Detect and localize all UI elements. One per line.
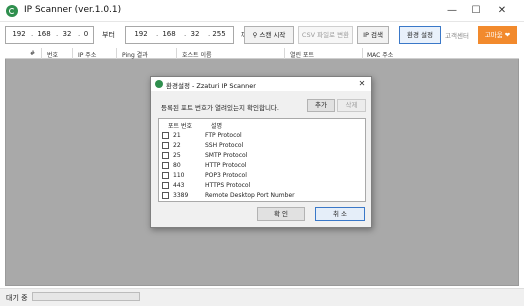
- column-divider: [72, 48, 73, 59]
- progress-bar: [32, 292, 140, 301]
- column-header-number[interactable]: 번호: [47, 50, 58, 59]
- port-description: SMTP Protocol: [205, 152, 248, 159]
- column-header-index[interactable]: #: [30, 50, 35, 57]
- port-list-header-description: 설명: [211, 123, 223, 130]
- port-number: 3389: [173, 192, 189, 199]
- column-divider: [41, 48, 42, 59]
- end-ip-octet-3[interactable]: 32: [184, 30, 206, 38]
- port-number: 80: [173, 162, 181, 169]
- maximize-button[interactable]: ☐: [466, 3, 486, 19]
- column-header-hostname[interactable]: 호스트 이름: [182, 50, 212, 59]
- port-number: 110: [173, 172, 185, 179]
- port-row[interactable]: 25 SMTP Protocol: [159, 151, 365, 161]
- settings-button[interactable]: 환경 설정: [399, 26, 441, 44]
- dialog-title: 환경설정 - Zzaturi IP Scanner: [166, 82, 256, 90]
- column-divider: [116, 48, 117, 59]
- scan-start-button[interactable]: ⚲ 스캔 시작: [244, 26, 294, 44]
- port-number: 21: [173, 132, 181, 139]
- port-row[interactable]: 443 HTTPS Protocol: [159, 181, 365, 191]
- port-description: Remote Desktop Port Number: [205, 192, 295, 199]
- support-center-link[interactable]: 고객센터: [445, 30, 469, 40]
- port-checkbox[interactable]: [162, 182, 169, 189]
- end-ip-octet-4[interactable]: 255: [208, 30, 230, 38]
- port-number: 25: [173, 152, 181, 159]
- port-row[interactable]: 80 HTTP Protocol: [159, 161, 365, 171]
- port-checkbox[interactable]: [162, 152, 169, 159]
- port-row[interactable]: 3389 Remote Desktop Port Number: [159, 191, 365, 201]
- cancel-button[interactable]: 취 소: [315, 207, 365, 221]
- port-row[interactable]: 110 POP3 Protocol: [159, 171, 365, 181]
- minimize-button[interactable]: —: [442, 3, 462, 19]
- port-number: 443: [173, 182, 185, 189]
- port-list[interactable]: 포트 번호 설명 21 FTP Protocol 22 SSH Protocol…: [158, 118, 366, 202]
- port-checkbox[interactable]: [162, 172, 169, 179]
- column-header-ping[interactable]: Ping 결과: [122, 50, 148, 59]
- column-divider: [362, 48, 363, 59]
- port-checkbox[interactable]: [162, 162, 169, 169]
- start-ip-input[interactable]: 192 . 168 . 32 . 0: [5, 26, 94, 44]
- support-button[interactable]: 고마움 ❤: [478, 26, 517, 44]
- search-icon: ⚲: [252, 31, 258, 39]
- end-ip-octet-2[interactable]: 168: [158, 30, 180, 38]
- heart-icon: ❤: [504, 31, 511, 39]
- delete-port-button[interactable]: 삭제: [337, 99, 366, 112]
- scan-start-label: 스캔 시작: [259, 31, 286, 39]
- app-logo-icon: [155, 80, 163, 88]
- column-header-open-ports[interactable]: 열린 포트: [290, 50, 314, 59]
- port-description: HTTPS Protocol: [205, 182, 251, 189]
- port-row[interactable]: 21 FTP Protocol: [159, 131, 365, 141]
- export-csv-button[interactable]: CSV 파일로 변환: [298, 26, 353, 44]
- end-ip-input[interactable]: 192 . 168 . 32 . 255: [125, 26, 234, 44]
- port-checkbox[interactable]: [162, 132, 169, 139]
- port-checkbox[interactable]: [162, 142, 169, 149]
- close-button[interactable]: ✕: [492, 3, 512, 19]
- support-label: 고마움: [484, 31, 503, 39]
- ip-search-button[interactable]: IP 검색: [357, 26, 389, 44]
- port-list-header-port: 포트 번호: [168, 123, 192, 130]
- column-divider: [284, 48, 285, 59]
- from-label: 부터: [102, 31, 115, 39]
- app-logo-icon: [6, 5, 18, 17]
- dialog-close-button[interactable]: ✕: [355, 78, 369, 90]
- window-title: IP Scanner (ver.1.0.1): [24, 5, 122, 15]
- dialog-description: 등록된 포트 번호가 열려있는지 확인합니다.: [161, 104, 279, 112]
- start-ip-octet-2[interactable]: 168: [33, 30, 55, 38]
- settings-dialog: 환경설정 - Zzaturi IP Scanner ✕ 등록된 포트 번호가 열…: [150, 76, 372, 228]
- port-number: 22: [173, 142, 181, 149]
- end-ip-octet-1[interactable]: 192: [130, 30, 152, 38]
- start-ip-octet-4[interactable]: 0: [75, 30, 97, 38]
- add-port-button[interactable]: 추가: [307, 99, 335, 112]
- port-row[interactable]: 22 SSH Protocol: [159, 141, 365, 151]
- ok-button[interactable]: 확 인: [257, 207, 305, 221]
- port-checkbox[interactable]: [162, 192, 169, 199]
- column-divider: [176, 48, 177, 59]
- column-header-ip[interactable]: IP 주소: [78, 50, 96, 59]
- start-ip-octet-1[interactable]: 192: [8, 30, 30, 38]
- port-description: FTP Protocol: [205, 132, 242, 139]
- status-text: 대기 중: [6, 294, 28, 302]
- port-description: HTTP Protocol: [205, 162, 247, 169]
- port-description: SSH Protocol: [205, 142, 244, 149]
- port-description: POP3 Protocol: [205, 172, 247, 179]
- column-header-mac[interactable]: MAC 주소: [367, 50, 393, 59]
